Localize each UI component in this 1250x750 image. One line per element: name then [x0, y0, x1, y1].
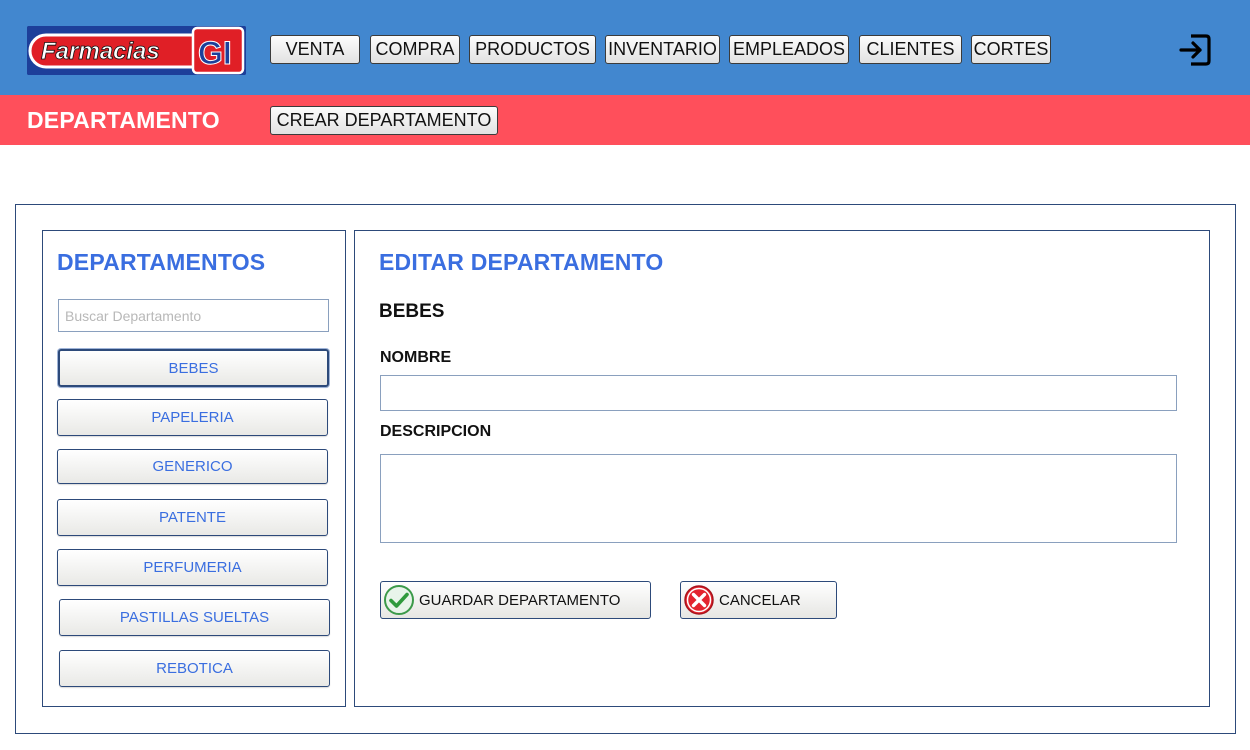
nav-empleados-button[interactable]: EMPLEADOS [729, 35, 849, 64]
farmacias-logo[interactable]: Farmacias GI [27, 26, 246, 75]
nav-cortes-button[interactable]: CORTES [971, 35, 1051, 64]
department-item-bebes[interactable]: BEBES [58, 349, 329, 387]
name-label: NOMBRE [380, 349, 452, 366]
department-item-rebotica[interactable]: REBOTICA [59, 650, 330, 687]
name-field[interactable] [380, 375, 1177, 411]
logout-icon[interactable] [1178, 33, 1212, 67]
description-label: DESCRIPCION [380, 423, 492, 440]
department-item-generico[interactable]: GENERICO [57, 449, 328, 484]
nav-compra-button[interactable]: COMPRA [370, 35, 460, 64]
save-department-label: GUARDAR DEPARTAMENTO [419, 591, 621, 609]
logo-text: Farmacias [41, 38, 160, 65]
department-item-pastillas-sueltas[interactable]: PASTILLAS SUELTAS [59, 599, 330, 636]
department-item-papeleria[interactable]: PAPELERIA [57, 399, 328, 436]
logo-mark: GI [198, 35, 232, 71]
department-item-patente[interactable]: PATENTE [57, 499, 328, 536]
nav-productos-button[interactable]: PRODUCTOS [469, 35, 596, 64]
description-field[interactable] [380, 454, 1177, 543]
cancel-button[interactable]: CANCELAR [680, 581, 837, 619]
section-header-bar: DEPARTAMENTO [0, 95, 1250, 145]
departments-title: DEPARTAMENTOS [57, 249, 266, 275]
check-icon [383, 584, 415, 616]
search-department-input[interactable] [58, 299, 329, 332]
nav-inventario-button[interactable]: INVENTARIO [605, 35, 720, 64]
section-title: DEPARTAMENTO [27, 107, 220, 133]
create-department-button[interactable]: CREAR DEPARTAMENTO [270, 106, 498, 135]
nav-clientes-button[interactable]: CLIENTES [859, 35, 962, 64]
nav-venta-button[interactable]: VENTA [270, 35, 360, 64]
cancel-label: CANCELAR [719, 591, 801, 609]
top-navigation-bar: Farmacias GI VENTA COMPRA PRODUCTOS INVE… [0, 0, 1250, 95]
save-department-button[interactable]: GUARDAR DEPARTAMENTO [380, 581, 651, 619]
x-circle-icon [683, 584, 715, 616]
department-item-perfumeria[interactable]: PERFUMERIA [57, 549, 328, 586]
edit-department-title: EDITAR DEPARTAMENTO [379, 249, 664, 275]
selected-department-name: BEBES [379, 301, 445, 322]
